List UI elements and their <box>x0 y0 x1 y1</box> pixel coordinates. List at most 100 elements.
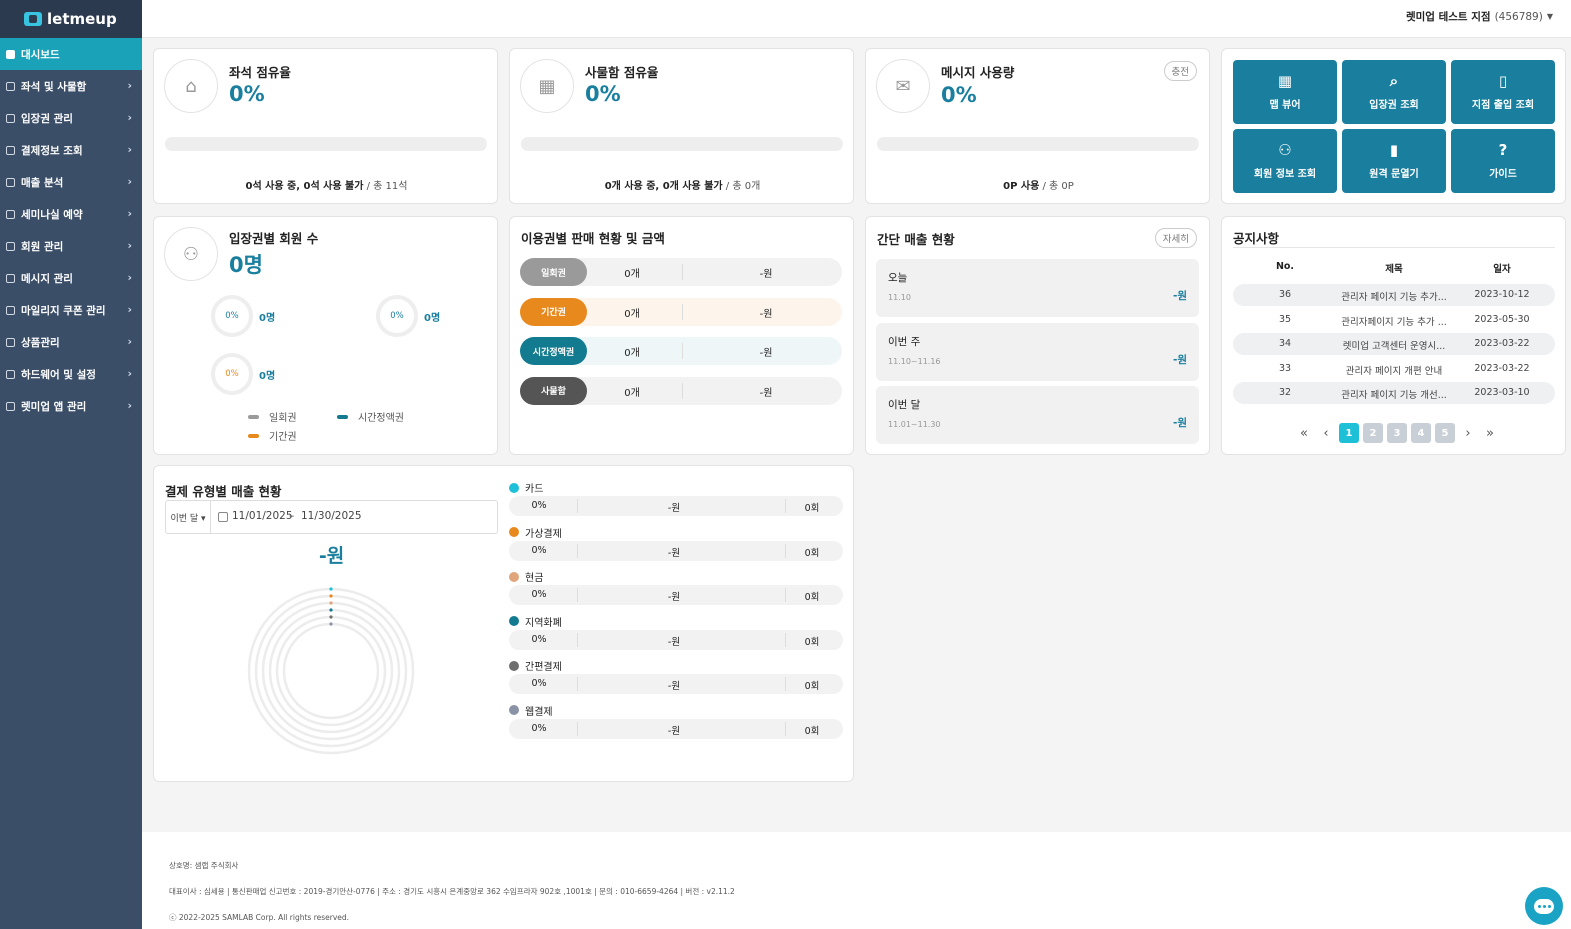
payment-amount: -원 <box>667 725 681 737</box>
menu-icon <box>6 145 15 155</box>
quick-tile-ticket-search[interactable]: ⌕ 입장권 조회 <box>1342 60 1446 124</box>
chat-button[interactable] <box>1525 887 1563 925</box>
period-select[interactable]: 이번 달 ▾ <box>166 501 211 533</box>
quick-tile-map[interactable]: ▦ 맵 뷰어 <box>1233 60 1337 124</box>
page-1-button[interactable]: 1 <box>1339 423 1359 443</box>
sidebar-item[interactable]: 렛미업 앱 관리 › <box>0 390 142 422</box>
detail-button[interactable]: 자세히 <box>1154 228 1197 248</box>
sidebar-item[interactable]: 매출 분석 › <box>0 166 142 198</box>
quick-tile-door-search[interactable]: ▯ 지점 출입 조회 <box>1451 60 1555 124</box>
menu-icon <box>6 209 15 219</box>
sidebar-item[interactable]: 좌석 및 사물함 › <box>0 70 142 102</box>
notices-divider <box>1233 247 1555 248</box>
sales-period-range: 11.10 <box>888 293 911 302</box>
pager-last-icon[interactable]: » <box>1481 423 1499 443</box>
help-icon: ? <box>1498 140 1508 159</box>
pager-next-icon[interactable]: › <box>1459 423 1477 443</box>
notice-title[interactable]: 렛미업 고객센터 운영시... <box>1334 338 1454 352</box>
sales-period-value: -원 <box>1172 417 1187 429</box>
quick-tile-member-search[interactable]: ⚇ 회원 정보 조회 <box>1233 129 1337 193</box>
sidebar-item[interactable]: 마일리지 쿠폰 관리 › <box>0 294 142 326</box>
payment-ring-track <box>282 622 380 720</box>
sidebar-item[interactable]: 상품관리 › <box>0 326 142 358</box>
ticket-amount: -원 <box>759 348 773 359</box>
notice-title[interactable]: 관리자페이지 기능 추가 ... <box>1334 314 1454 328</box>
message-summary: 0P 사용 / 총 0P <box>1003 181 1074 192</box>
page-4-button[interactable]: 4 <box>1411 423 1431 443</box>
payment-amount: -원 <box>667 547 681 559</box>
notice-row[interactable]: 34 렛미업 고객센터 운영시... 2023-03-22 <box>1233 333 1555 355</box>
sales-period-box: 이번 달 11.01~11.30 -원 <box>876 386 1199 444</box>
remote-door-icon: ▮ <box>1389 140 1399 159</box>
payment-pct: 0% <box>531 678 547 689</box>
brand-logo[interactable]: letmeup <box>0 0 142 38</box>
ticket-sales-row: 시간정액권 0개 -원 <box>520 337 842 365</box>
notice-row[interactable]: 36 관리자 페이지 기능 추가... 2023-10-12 <box>1233 284 1555 306</box>
payment-amount: -원 <box>667 592 681 603</box>
sidebar-item[interactable]: 하드웨어 및 설정 › <box>0 358 142 390</box>
date-from[interactable]: 11/01/2025 <box>232 510 293 522</box>
quick-tile-label: 맵 뷰어 <box>1269 99 1301 111</box>
charge-button[interactable]: 충전 <box>1163 61 1197 81</box>
notice-row[interactable]: 32 관리자 페이지 기능 개선... 2023-03-10 <box>1233 382 1555 404</box>
quick-tile-help[interactable]: ? 가이드 <box>1451 129 1555 193</box>
legend-item: 시간정액권 <box>337 409 404 424</box>
sidebar-item[interactable]: 세미나실 예약 › <box>0 198 142 230</box>
sales-period-box: 이번 주 11.10~11.16 -원 <box>876 322 1199 381</box>
notice-title[interactable]: 관리자 페이지 개편 안내 <box>1334 363 1454 377</box>
notices-title: 공지사항 <box>1233 231 1280 246</box>
notice-title[interactable]: 관리자 페이지 기능 개선... <box>1334 387 1454 401</box>
payment-type-dot <box>509 527 519 537</box>
brand-name: letmeup <box>47 10 117 28</box>
sidebar-item-label: 입장권 관리 <box>21 112 73 125</box>
quick-tile-remote-door[interactable]: ▮ 원격 문열기 <box>1342 129 1446 193</box>
divider <box>785 721 786 736</box>
chevron-down-icon: ▼ <box>1546 12 1553 21</box>
date-range-picker[interactable]: 이번 달 ▾ 11/01/2025 – 11/30/2025 <box>165 500 498 534</box>
date-separator: – <box>289 510 295 522</box>
legend-label: 기간권 <box>269 432 297 443</box>
legend-swatch <box>248 414 259 419</box>
notices-card: 공지사항 No. 제목 일자 36 관리자 페이지 기능 추가... 2023-10… <box>1221 216 1566 455</box>
simple-sales-card: 간단 매출 현황 자세히 오늘 11.10 -원 이번 주 11.10~11.16 -원 이… <box>865 216 1210 455</box>
page-3-button[interactable]: 3 <box>1387 423 1407 443</box>
notice-title[interactable]: 관리자 페이지 기능 추가... <box>1334 289 1454 303</box>
divider <box>785 677 786 691</box>
notice-row[interactable]: 33 관리자 페이지 개편 안내 2023-03-22 <box>1233 358 1555 380</box>
ticket-amount: -원 <box>759 269 773 280</box>
payment-pct: 0% <box>531 633 547 645</box>
mail-icon: ✉ <box>876 59 930 113</box>
pager-first-icon[interactable]: « <box>1295 423 1313 443</box>
payment-title: 결제 유형별 매출 현황 <box>165 484 282 499</box>
legend-item: 일회권 <box>248 409 297 424</box>
divider <box>577 543 578 558</box>
divider <box>682 264 683 280</box>
sidebar-item[interactable]: 결제정보 조회 › <box>0 134 142 166</box>
divider <box>577 588 578 602</box>
sidebar-item[interactable]: 입장권 관리 › <box>0 102 142 134</box>
payment-ring-marker <box>329 601 333 605</box>
sidebar-item[interactable]: 회원 관리 › <box>0 230 142 262</box>
notice-no: 33 <box>1278 362 1292 374</box>
payment-total: -원 <box>318 545 345 567</box>
sidebar-item-label: 상품관리 <box>21 336 60 349</box>
page-2-button[interactable]: 2 <box>1363 423 1383 443</box>
payment-ring-marker <box>329 615 333 619</box>
page-5-button[interactable]: 5 <box>1435 423 1455 443</box>
divider <box>682 303 683 320</box>
map-icon: ▦ <box>1277 71 1293 90</box>
locker-icon: ▦ <box>520 59 574 113</box>
payment-type-name: 간편결제 <box>525 662 562 673</box>
divider <box>785 499 786 513</box>
store-selector[interactable]: 렛미업 테스트 지점 (456789) ▼ <box>1406 9 1553 24</box>
sidebar-item[interactable]: 메시지 관리 › <box>0 262 142 294</box>
chevron-right-icon: › <box>127 335 132 348</box>
pager-prev-icon[interactable]: ‹ <box>1317 423 1335 443</box>
payment-type-dot <box>509 482 519 493</box>
sidebar-item[interactable]: 대시보드 <box>0 38 142 70</box>
member-search-icon: ⚇ <box>1278 140 1292 159</box>
menu-icon <box>6 337 15 347</box>
notice-row[interactable]: 35 관리자페이지 기능 추가 ... 2023-05-30 <box>1233 309 1555 331</box>
date-to[interactable]: 11/30/2025 <box>301 510 362 522</box>
ticket-sales-card: 이용권별 판매 현황 및 금액 일회권 0개 -원 기간권 0개 -원 시간정액권 0개 -원 사… <box>509 216 854 455</box>
